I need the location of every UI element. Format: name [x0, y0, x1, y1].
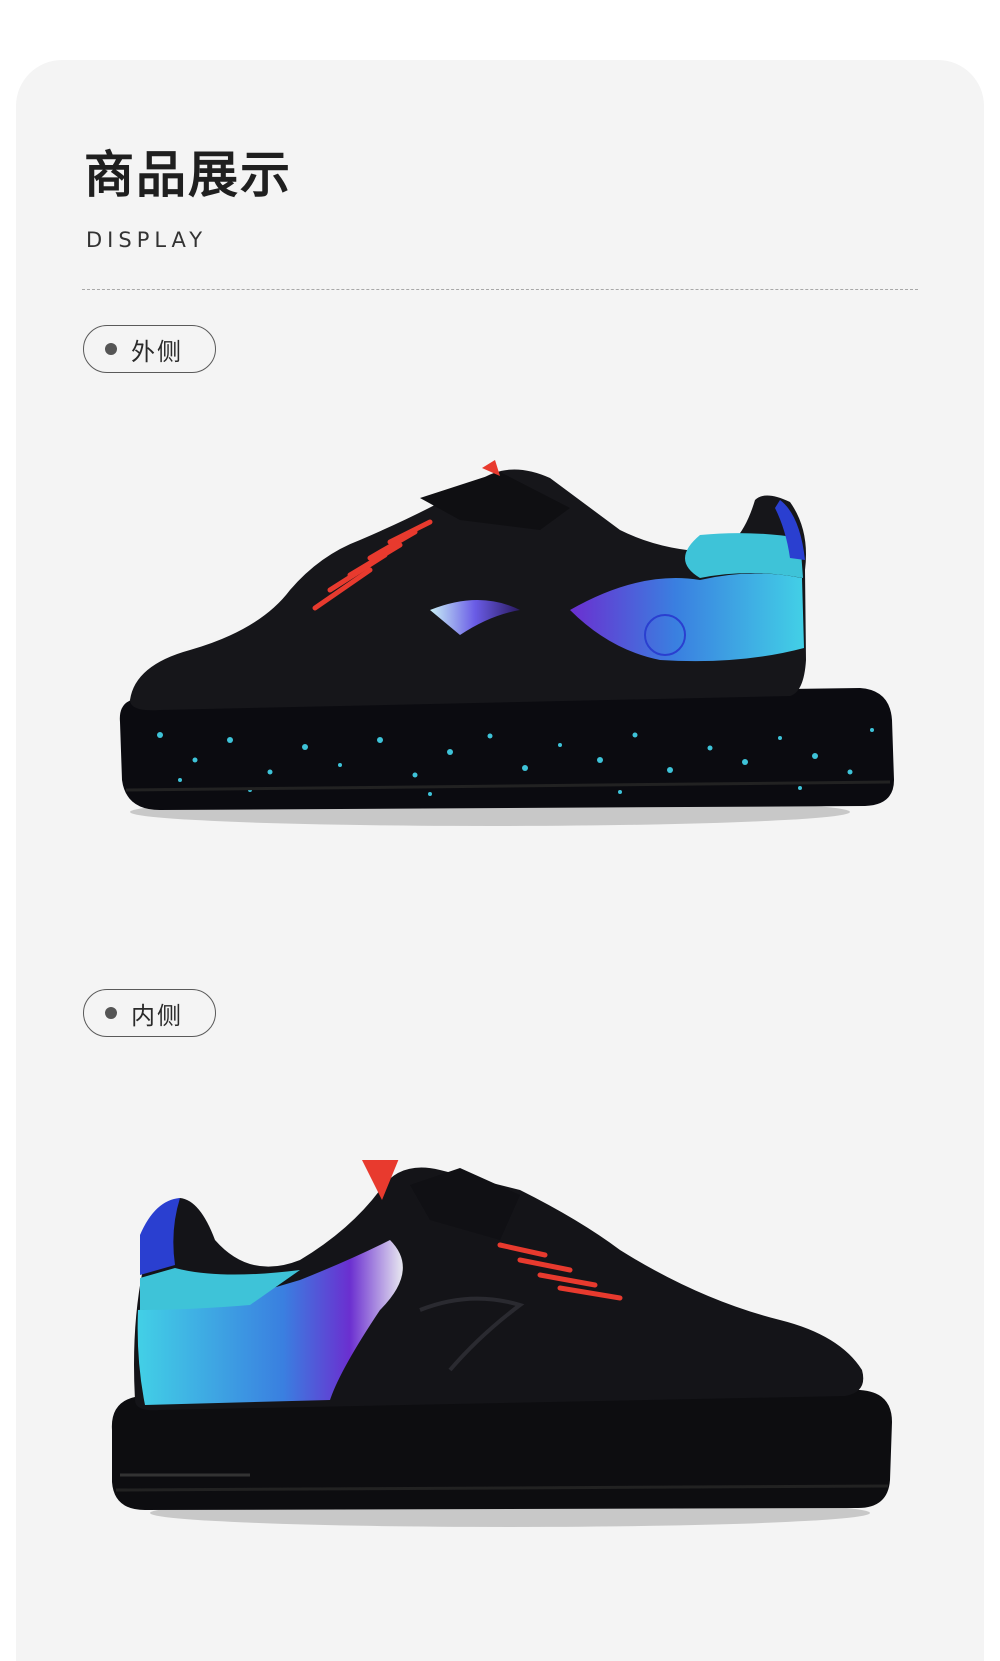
shoe-outer-side-image	[119, 460, 895, 826]
section-subtitle: DISPLAY	[86, 228, 208, 252]
bullet-icon	[105, 343, 117, 355]
shoe-inner-side-image	[111, 1160, 892, 1527]
view-tag-inner-label: 内侧	[131, 1001, 183, 1030]
view-tag-outer: 外侧	[83, 325, 216, 373]
view-tag-inner: 内侧	[83, 989, 216, 1037]
dashed-divider	[82, 289, 918, 290]
section-title: 商品展示	[84, 146, 292, 204]
bullet-icon	[105, 1007, 117, 1019]
view-tag-outer-label: 外侧	[131, 337, 183, 366]
